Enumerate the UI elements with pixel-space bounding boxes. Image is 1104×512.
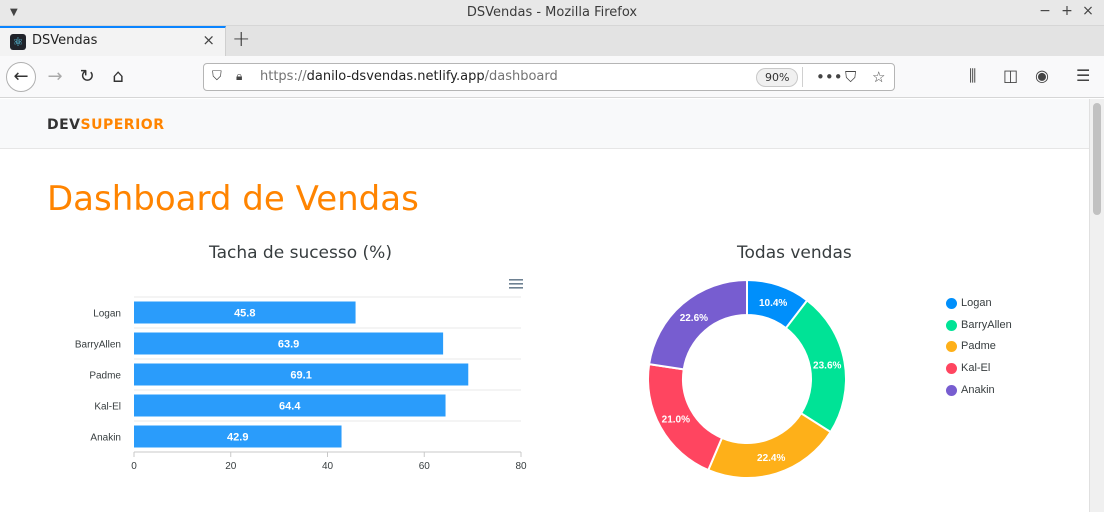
x-tick-label: 20 xyxy=(225,461,237,472)
legend-label: Padme xyxy=(961,340,996,352)
url-scheme: https:// xyxy=(260,69,307,84)
chart-menu-icon[interactable] xyxy=(509,278,523,290)
home-button[interactable]: ⌂ xyxy=(103,62,133,92)
navigation-bar: ← → ↻ ⌂ ⛉ 🔒︎ https://danilo-dsvendas.net… xyxy=(0,56,1104,98)
tracking-protection-icon[interactable]: ⛉ xyxy=(212,69,222,84)
react-icon: ⚛ xyxy=(10,34,26,50)
x-tick-label: 80 xyxy=(515,461,527,472)
bookmark-star-icon[interactable]: ☆ xyxy=(872,68,885,86)
page-actions-icon[interactable]: ••• xyxy=(816,68,843,86)
category-label: Logan xyxy=(93,309,121,320)
category-label: Anakin xyxy=(90,433,121,444)
lock-icon[interactable]: 🔒︎ xyxy=(236,69,242,84)
close-tab-icon[interactable]: × xyxy=(202,31,215,49)
tab-dsvendas[interactable]: ⚛ DSVendas × xyxy=(0,26,226,56)
bar-data-label: 45.8 xyxy=(234,308,255,320)
page-scrollbar[interactable] xyxy=(1089,99,1104,512)
close-window-icon[interactable]: × xyxy=(1079,3,1097,19)
tab-label: DSVendas xyxy=(32,33,98,48)
hamburger-menu-icon[interactable]: ☰ xyxy=(1076,66,1090,85)
x-tick-label: 0 xyxy=(131,461,137,472)
slice-data-label: 21.0% xyxy=(662,415,690,426)
slice-data-label: 23.6% xyxy=(813,361,841,372)
legend-marker xyxy=(946,341,957,352)
legend-marker xyxy=(946,320,957,331)
url-domain: danilo-dsvendas.netlify.app xyxy=(306,69,485,84)
devsuperior-logo[interactable]: DEVSUPERIOR xyxy=(47,117,164,133)
minimize-icon[interactable]: − xyxy=(1036,3,1054,19)
category-label: Padme xyxy=(89,371,121,382)
slice-data-label: 22.4% xyxy=(757,453,785,464)
forward-button[interactable]: → xyxy=(40,62,70,92)
sidebar-icon[interactable]: ◫ xyxy=(1003,66,1018,85)
urlbar-separator xyxy=(802,67,803,87)
legend-marker xyxy=(946,385,957,396)
site-header: DEVSUPERIOR xyxy=(0,99,1089,149)
bar-chart-title: Tacha de sucesso (%) xyxy=(209,243,392,263)
reload-button[interactable]: ↻ xyxy=(72,62,102,92)
legend-label: BarryAllen xyxy=(961,319,1012,331)
bar-data-label: 69.1 xyxy=(290,370,311,382)
category-label: BarryAllen xyxy=(75,340,121,351)
legend-marker xyxy=(946,298,957,309)
page-title: Dashboard de Vendas xyxy=(47,179,419,219)
bar-data-label: 63.9 xyxy=(278,339,299,351)
address-bar[interactable]: ⛉ 🔒︎ https://danilo-dsvendas.netlify.app… xyxy=(203,63,895,91)
legend-marker xyxy=(946,363,957,374)
window-title: DSVendas - Mozilla Firefox xyxy=(466,5,638,20)
bar-data-label: 64.4 xyxy=(279,401,301,413)
scrollbar-thumb[interactable] xyxy=(1093,103,1101,215)
maximize-icon[interactable]: + xyxy=(1058,3,1076,19)
category-label: Kal-El xyxy=(94,402,121,413)
pocket-icon[interactable]: ⛉ xyxy=(845,68,856,86)
url-text[interactable]: https://danilo-dsvendas.netlify.app/dash… xyxy=(260,69,558,84)
x-tick-label: 40 xyxy=(322,461,334,472)
tab-strip: ⚛ DSVendas × + xyxy=(0,26,1104,56)
account-icon[interactable]: ◉ xyxy=(1035,66,1049,85)
slice-data-label: 10.4% xyxy=(759,298,787,309)
legend-label: Logan xyxy=(961,297,992,309)
bar-data-label: 42.9 xyxy=(227,432,248,444)
legend-label: Kal-El xyxy=(961,362,991,374)
back-button[interactable]: ← xyxy=(6,62,36,92)
x-tick-label: 60 xyxy=(419,461,431,472)
legend-label: Anakin xyxy=(961,384,995,396)
donut-chart: 10.4% 23.6% 22.4% 21.0% 22.6% xyxy=(647,278,847,479)
library-icon[interactable]: ⫼ xyxy=(969,66,976,86)
logo-dev: DEV xyxy=(47,117,81,133)
slice-padme[interactable] xyxy=(706,411,832,479)
bar-chart: 45.8 Logan 63.9 BarryAllen 69.1 Padme 64.4 Kal-… xyxy=(75,296,527,472)
url-path: /dashboard xyxy=(484,69,558,84)
window-titlebar: ▼ DSVendas - Mozilla Firefox − + × xyxy=(0,0,1104,26)
logo-superior: SUPERIOR xyxy=(80,117,165,133)
donut-chart-title: Todas vendas xyxy=(737,243,852,263)
new-tab-icon[interactable]: + xyxy=(232,27,250,52)
slice-data-label: 22.6% xyxy=(680,313,708,324)
slice-anakin[interactable] xyxy=(647,278,748,371)
zoom-badge[interactable]: 90% xyxy=(756,68,799,87)
